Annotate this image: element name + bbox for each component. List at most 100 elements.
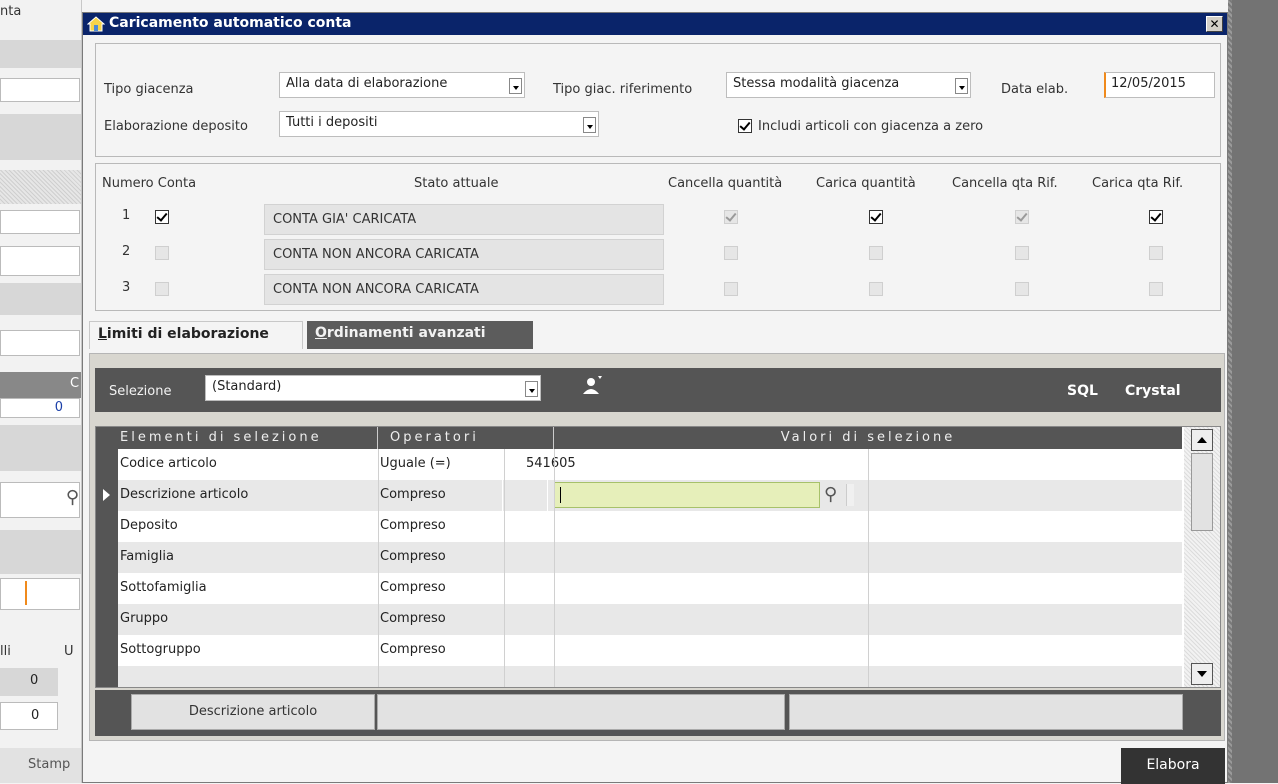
row-indicator: [96, 511, 118, 542]
col-header-operatori[interactable]: Operatori: [378, 427, 554, 449]
cell-operatore[interactable]: Compreso: [380, 542, 446, 573]
table-row[interactable]: Codice articolo Uguale (=) 541605: [118, 449, 1182, 480]
cell-operatore[interactable]: Uguale (=): [380, 449, 451, 480]
table-row[interactable]: Gruppo Compreso: [118, 604, 1182, 635]
conta-state: CONTA GIA' CARICATA: [264, 204, 664, 235]
tab-limiti-elaborazione[interactable]: Limiti di elaborazione: [89, 321, 303, 349]
search-icon[interactable]: ⚲: [66, 487, 79, 508]
crystal-button[interactable]: Crystal: [1125, 383, 1181, 399]
cell-spacer: [502, 480, 548, 511]
header-cancella-qta-rif: Cancella qta Rif.: [952, 176, 1058, 191]
bg-col-u: U: [64, 644, 74, 659]
carica-rif-checkbox[interactable]: [1149, 210, 1163, 224]
bg-hatch-bar: [0, 170, 81, 204]
row-indicator-current: [96, 480, 118, 511]
user-icon[interactable]: [580, 374, 604, 398]
header-carica-quantita: Carica quantità: [816, 176, 916, 191]
bg-cell: 0: [0, 702, 58, 730]
col-header-valori[interactable]: Valori di selezione: [554, 427, 1182, 449]
cell-operatore[interactable]: Compreso: [380, 604, 446, 635]
conta-select-checkbox[interactable]: [155, 210, 169, 224]
data-elab-input[interactable]: 12/05/2015: [1104, 72, 1215, 98]
header-carica-qta-rif: Carica qta Rif.: [1092, 176, 1184, 191]
carica-rif-checkbox: [1149, 282, 1163, 296]
table-row[interactable]: Famiglia Compreso: [118, 542, 1182, 573]
table-row[interactable]: Sottofamiglia Compreso: [118, 573, 1182, 604]
chevron-down-icon[interactable]: [955, 78, 968, 94]
chevron-down-icon[interactable]: [525, 381, 538, 397]
table-row-selected[interactable]: Descrizione articolo Compreso ⚲: [118, 480, 1182, 511]
close-icon[interactable]: ✕: [1206, 16, 1223, 32]
scroll-thumb[interactable]: [1191, 453, 1213, 531]
dialog-titlebar[interactable]: Caricamento automatico conta ✕: [83, 13, 1227, 35]
bg-bar: [0, 40, 81, 68]
conte-panel: Numero Conta Stato attuale Cancella quan…: [95, 163, 1221, 311]
tipo-giacenza-select[interactable]: Alla data di elaborazione: [279, 72, 525, 98]
bg-field[interactable]: [0, 210, 80, 234]
bg-search-field[interactable]: ⚲: [0, 482, 80, 518]
tipo-giac-rif-select[interactable]: Stessa modalità giacenza: [726, 72, 971, 98]
tab-ordinamenti-avanzati[interactable]: Ordinamenti avanzati: [307, 321, 533, 349]
cell-valore[interactable]: 541605: [526, 449, 576, 480]
chevron-down-icon[interactable]: [509, 78, 522, 94]
vertical-scrollbar[interactable]: [1184, 427, 1220, 687]
scroll-up-icon[interactable]: [1191, 429, 1213, 451]
cell-operatore[interactable]: Compreso: [380, 573, 446, 604]
carica-qta-checkbox: [869, 282, 883, 296]
cancella-qta-checkbox: [724, 246, 738, 260]
selection-grid: Elementi di selezione Operatori Valori d…: [95, 426, 1221, 688]
includi-label: Includi articoli con giacenza a zero: [758, 119, 984, 134]
bg-value-field[interactable]: 0: [0, 398, 80, 418]
bg-zero: 0: [31, 708, 40, 723]
bg-bar: [0, 530, 81, 574]
cell-operatore[interactable]: Compreso: [380, 480, 446, 511]
bg-stamp-button[interactable]: Stamp: [0, 748, 81, 783]
carica-rif-checkbox: [1149, 246, 1163, 260]
bg-col-li: lli: [0, 644, 11, 659]
bg-field[interactable]: [0, 578, 80, 610]
bg-field[interactable]: [0, 246, 80, 276]
col-header-elementi[interactable]: Elementi di selezione: [118, 427, 378, 449]
row-indicator: [96, 666, 118, 687]
elab-deposito-select[interactable]: Tutti i depositi: [279, 111, 599, 137]
sql-button[interactable]: SQL: [1067, 383, 1098, 399]
dialog-window: Caricamento automatico conta ✕ Tipo giac…: [82, 12, 1228, 784]
elab-deposito-label: Elaborazione deposito: [104, 119, 248, 134]
selezione-select[interactable]: (Standard): [205, 375, 541, 401]
table-row[interactable]: [118, 666, 1182, 687]
dropdown-mini-icon[interactable]: [846, 484, 854, 506]
includi-checkbox[interactable]: [738, 119, 752, 133]
row-indicator: [96, 449, 118, 480]
tab-label: imiti di elaborazione: [106, 326, 269, 342]
row-indicator: [96, 635, 118, 666]
bg-col-c: C: [70, 376, 80, 391]
bg-bar: [0, 114, 81, 160]
chevron-down-icon[interactable]: [583, 117, 596, 133]
scroll-down-icon[interactable]: [1191, 663, 1213, 685]
data-elab-label: Data elab.: [1001, 82, 1069, 97]
grid-line: [504, 449, 505, 687]
row-indicator: [96, 573, 118, 604]
conta-select-checkbox: [155, 246, 169, 260]
cell-elemento: Deposito: [120, 518, 178, 533]
carica-qta-checkbox[interactable]: [869, 210, 883, 224]
bg-col-header: C: [0, 372, 81, 398]
bg-field[interactable]: [0, 330, 80, 356]
table-row[interactable]: Sottogruppo Compreso: [118, 635, 1182, 666]
cancella-qta-checkbox: [724, 282, 738, 296]
tipo-giacenza-label: Tipo giacenza: [104, 82, 194, 97]
params-panel: Tipo giacenza Alla data di elaborazione …: [95, 43, 1221, 157]
bg-field[interactable]: [0, 78, 80, 102]
grid-line: [554, 449, 555, 687]
text-cursor: [560, 487, 561, 503]
elabora-button[interactable]: Elabora: [1121, 748, 1225, 784]
table-row[interactable]: Deposito Compreso: [118, 511, 1182, 542]
conta-number: 1: [122, 208, 131, 223]
cell-operatore[interactable]: Compreso: [380, 511, 446, 542]
cell-elemento: Codice articolo: [120, 456, 217, 471]
search-icon[interactable]: ⚲: [824, 484, 837, 505]
conta-number: 3: [122, 280, 131, 295]
cell-operatore[interactable]: Compreso: [380, 635, 446, 666]
tab-mnemonic: L: [98, 326, 107, 342]
valore-editor-input[interactable]: [554, 482, 820, 508]
